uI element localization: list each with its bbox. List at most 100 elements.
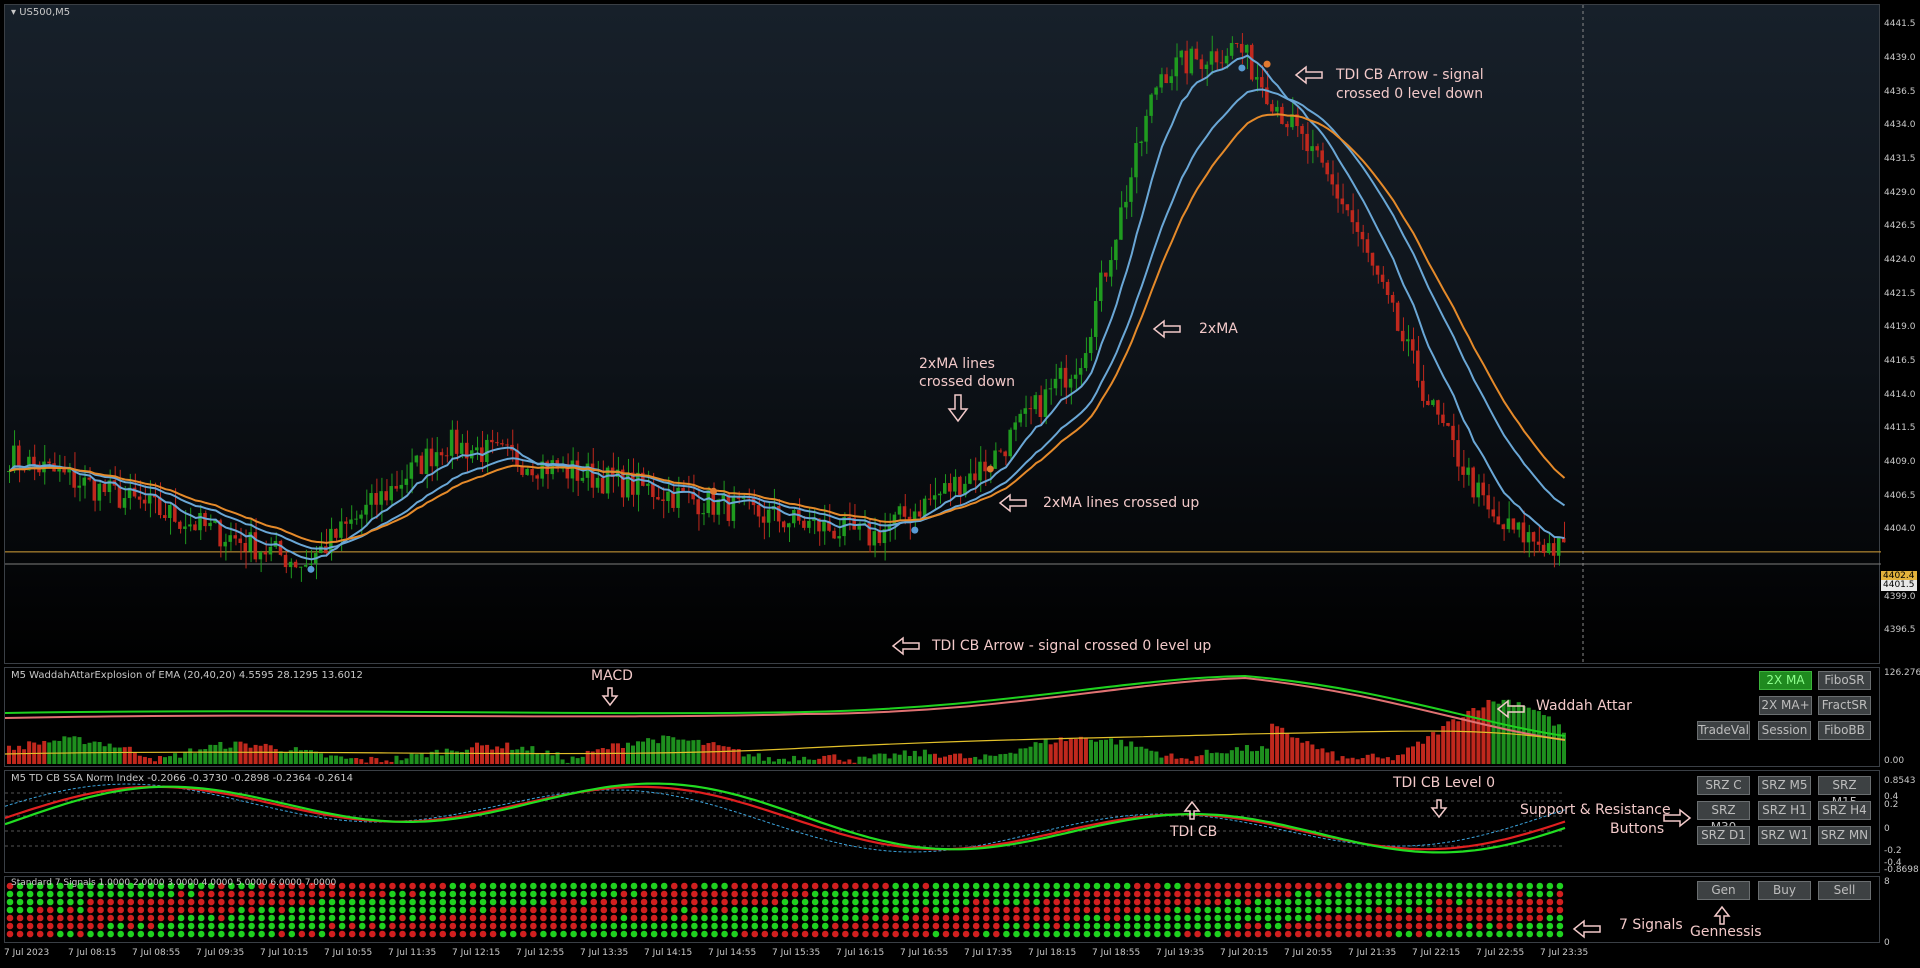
button-buy[interactable]: Buy — [1758, 881, 1811, 900]
signal-dot — [1103, 906, 1111, 914]
button-session[interactable]: Session — [1758, 721, 1811, 740]
main-price-chart[interactable]: ▾ US500,M5 TDI CB Arrow - signal crossed… — [4, 4, 1881, 665]
candle-body — [1033, 395, 1038, 410]
time-axis-label: 7 Jul 10:15 — [260, 948, 309, 958]
time-axis-label: 7 Jul 08:15 — [68, 948, 117, 958]
signal-dot — [1073, 906, 1081, 914]
waddah-bar — [147, 758, 152, 764]
signal-dot — [187, 922, 195, 930]
signal-dot — [701, 882, 708, 890]
button-tradeval[interactable]: TradeVal — [1697, 721, 1750, 740]
signal-dot — [1053, 922, 1061, 930]
waddah-bar — [585, 750, 590, 764]
button-srz-w1[interactable]: SRZ W1 — [1758, 826, 1811, 845]
signal-dot — [560, 898, 567, 906]
candle-body — [32, 456, 36, 465]
button-srz-d1[interactable]: SRZ D1 — [1697, 826, 1750, 845]
signal-dot — [268, 890, 275, 898]
waddah-bar — [1199, 755, 1204, 764]
button-srz-h4[interactable]: SRZ H4 — [1818, 801, 1871, 820]
signal-dot — [419, 898, 426, 906]
candle-body — [369, 493, 373, 505]
candle-body — [575, 460, 580, 481]
waddah-bar — [1421, 743, 1426, 764]
signal-dot — [258, 930, 265, 938]
waddah-bar — [22, 749, 27, 764]
button-sell[interactable]: Sell — [1818, 881, 1871, 900]
waddah-bar — [163, 757, 168, 764]
signal-dot — [1174, 890, 1181, 898]
button-srz-m30[interactable]: SRZ M30 — [1697, 801, 1750, 834]
button-srz-mn[interactable]: SRZ MN — [1818, 826, 1871, 845]
candle-body — [917, 511, 922, 517]
signal-dot — [1425, 906, 1433, 914]
signal-dot — [1224, 890, 1232, 898]
signal-dot — [751, 930, 759, 938]
waddah-bar — [67, 737, 72, 764]
signal-dot — [831, 906, 839, 914]
signal-dot — [580, 882, 587, 890]
button-srz-c[interactable]: SRZ C — [1697, 776, 1750, 795]
button-fibobb[interactable]: FiboBB — [1818, 721, 1871, 740]
candle-body — [344, 521, 348, 524]
button-srz-m5[interactable]: SRZ M5 — [1758, 776, 1811, 795]
button-2x-ma[interactable]: 2X MA — [1759, 671, 1812, 690]
price-axis-label: 4421.5 — [1884, 288, 1916, 299]
signal-dot — [268, 914, 275, 922]
signal-dot — [1184, 906, 1191, 914]
time-axis-label: 7 Jul 2023 — [4, 948, 50, 958]
signal-dot — [1476, 906, 1483, 914]
tdi-cb-panel[interactable]: M5 TD CB SSA Norm Index -0.2066 -0.3730 … — [4, 770, 1880, 873]
price-axis[interactable]: 4441.5 4439.0 4436.5 4434.0 4431.5 4429.0 4426… — [1880, 4, 1920, 948]
waddah-bar — [439, 755, 444, 764]
waddah-attar-panel[interactable]: M5 WaddahAttarExplosion of EMA (20,40,20… — [4, 667, 1880, 767]
time-axis-label: 7 Jul 14:55 — [708, 948, 757, 958]
signal-dot — [530, 898, 537, 906]
signal-dot — [308, 906, 316, 914]
signal-dot — [1466, 882, 1473, 890]
signal-dot — [1395, 890, 1403, 898]
time-axis[interactable]: 7 Jul 2023 7 Jul 08:15 7 Jul 08:55 7 Jul 09… — [4, 946, 1880, 964]
waddah-bar — [1355, 759, 1360, 764]
seven-signals-panel[interactable]: Standard 7 Signals 1.0000 2.0000 3.0000 … — [4, 876, 1880, 943]
candle-body — [1375, 265, 1380, 275]
signal-dot — [1305, 882, 1312, 890]
button-srz-h1[interactable]: SRZ H1 — [1758, 801, 1811, 820]
signal-dot — [369, 890, 376, 898]
signal-dot — [1284, 898, 1292, 906]
waddah-bar — [137, 755, 142, 764]
button-2x-ma-plus[interactable]: 2X MA+ — [1759, 696, 1812, 715]
signal-dot — [1013, 890, 1020, 898]
signal-dot — [207, 914, 215, 922]
signal-dot — [1365, 898, 1373, 906]
waddah-bar — [661, 735, 666, 764]
signal-dot — [1335, 882, 1342, 890]
signal-dot — [117, 898, 125, 906]
signal-dot — [932, 898, 940, 906]
candle-body — [193, 524, 197, 531]
waddah-bar — [781, 758, 786, 764]
waddah-bar — [701, 744, 706, 764]
signal-dot — [87, 914, 94, 922]
waddah-bar — [1315, 749, 1320, 764]
signal-dot — [509, 922, 517, 930]
signal-dot — [1375, 930, 1383, 938]
signal-dot — [238, 890, 245, 898]
candle-body — [1048, 388, 1053, 390]
signal-dot — [1345, 922, 1352, 930]
signal-dot — [1043, 906, 1050, 914]
button-gen[interactable]: Gen — [1697, 881, 1750, 900]
signal-dot — [147, 930, 155, 938]
button-fibosr[interactable]: FiboSR — [1818, 671, 1871, 690]
waddah-bar — [464, 749, 469, 764]
candle-body — [1330, 174, 1335, 185]
signal-dot — [1466, 914, 1473, 922]
waddah-axis-bottom: 0.00 — [1884, 756, 1905, 766]
time-axis-label: 7 Jul 12:55 — [516, 948, 565, 958]
signal-dot — [1204, 930, 1211, 938]
signal-dot — [831, 930, 839, 938]
button-fractsr[interactable]: FractSR — [1818, 696, 1871, 715]
waddah-bar — [313, 751, 318, 764]
button-srz-m15[interactable]: SRZ M15 — [1818, 776, 1871, 809]
candle-body — [490, 439, 494, 443]
